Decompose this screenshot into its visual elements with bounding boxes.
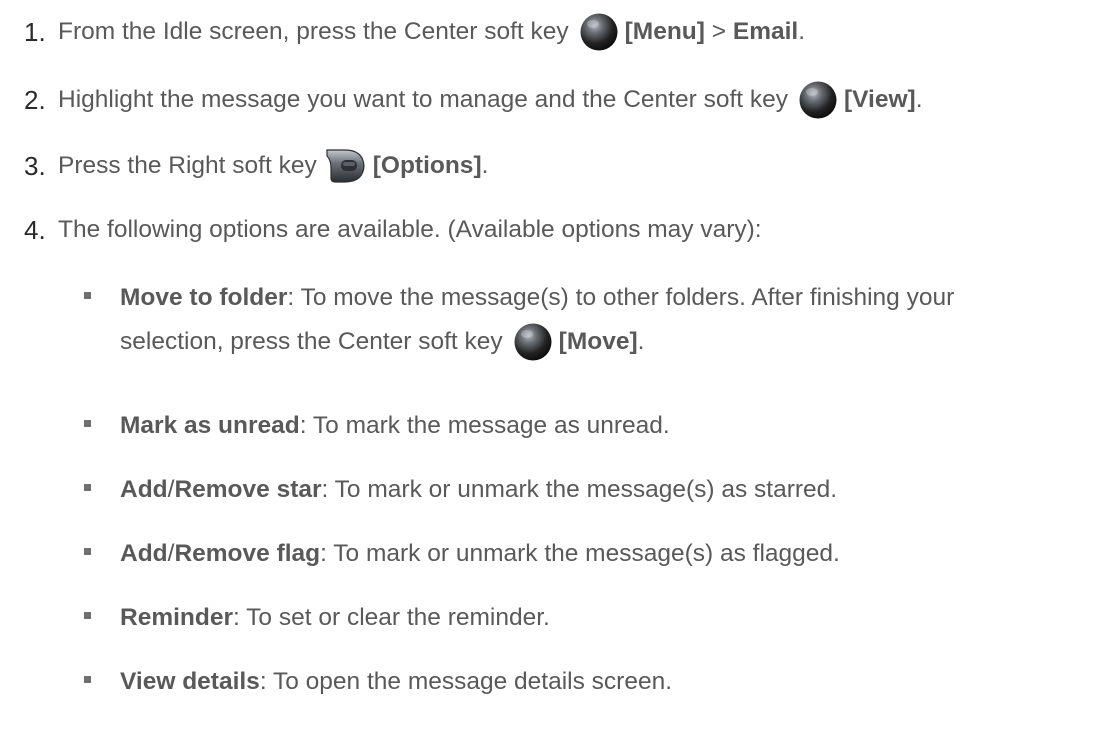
period: . [798, 18, 806, 45]
option-body: Reminder: To set or clear the reminder. [120, 598, 550, 638]
bullet-marker [84, 484, 91, 491]
step-text: From the Idle screen, press the Center s… [58, 12, 805, 52]
step-3: 3. Press the Right soft key [Options] . [24, 146, 488, 186]
bullet-marker [84, 420, 91, 427]
center-soft-key-icon [579, 12, 619, 52]
option-title: Reminder [120, 604, 234, 631]
document-page: 1. From the Idle screen, press the Cente… [0, 0, 1114, 740]
step-number: 1. [24, 16, 46, 47]
option-body: Mark as unread: To mark the message as u… [120, 406, 670, 446]
option-body: Add/Remove star: To mark or unmark the m… [120, 470, 837, 510]
period: . [637, 328, 645, 355]
option-title-add: Add [120, 540, 168, 567]
option-add-remove-star: Add/Remove star: To mark or unmark the m… [84, 470, 837, 510]
option-body: Add/Remove flag: To mark or unmark the m… [120, 534, 840, 574]
option-reminder: Reminder: To set or clear the reminder. [84, 598, 550, 638]
menu-key-label: [Menu] [624, 18, 705, 45]
step-text: Highlight the message you want to manage… [58, 80, 923, 120]
bullet-marker [84, 548, 91, 555]
step-number: 2. [24, 84, 46, 115]
email-label: Email [732, 18, 799, 45]
step-1: 1. From the Idle screen, press the Cente… [24, 12, 805, 52]
separator: > [704, 18, 733, 45]
options-key-label: [Options] [372, 152, 482, 179]
option-body: View details: To open the message detail… [120, 662, 672, 702]
option-add-remove-flag: Add/Remove flag: To mark or unmark the m… [84, 534, 840, 574]
option-title: View details [120, 668, 260, 695]
option-description-cont: selection, press the Center soft key [120, 328, 503, 355]
step-number: 3. [24, 150, 46, 181]
option-description: : To mark or unmark the message(s) as st… [321, 476, 838, 503]
step-text: Press the Right soft key [Options] . [58, 146, 488, 186]
option-title-remove: Remove flag [174, 540, 321, 567]
option-body: Move to folder: To move the message(s) t… [120, 278, 954, 366]
bullet-marker [84, 292, 91, 299]
right-soft-key-icon [325, 146, 367, 186]
period: . [481, 152, 489, 179]
option-view-details: View details: To open the message detail… [84, 662, 672, 702]
step-text: The following options are available. (Av… [58, 216, 762, 243]
step-2: 2. Highlight the message you want to man… [24, 80, 923, 120]
option-title-add: Add [120, 476, 168, 503]
bullet-marker [84, 612, 91, 619]
step-instruction: Highlight the message you want to manage… [58, 86, 788, 113]
step-instruction: Press the Right soft key [58, 152, 317, 179]
period: . [915, 86, 923, 113]
option-title-remove: Remove star [174, 476, 322, 503]
option-description: : To set or clear the reminder. [233, 604, 550, 631]
center-soft-key-icon [513, 322, 553, 362]
step-instruction: From the Idle screen, press the Center s… [58, 18, 569, 45]
center-soft-key-icon [798, 80, 838, 120]
option-title: Move to folder [120, 284, 288, 311]
option-description: : To mark or unmark the message(s) as fl… [320, 540, 840, 567]
option-description: : To move the message(s) to other folder… [287, 284, 955, 311]
option-description: : To open the message details screen. [259, 668, 673, 695]
bullet-marker [84, 676, 91, 683]
step-4: 4. The following options are available. … [24, 210, 762, 250]
move-key-label: [Move] [558, 328, 638, 355]
option-title: Mark as unread [120, 412, 300, 439]
option-description: : To mark the message as unread. [299, 412, 670, 439]
step-number: 4. [24, 214, 46, 245]
option-mark-as-unread: Mark as unread: To mark the message as u… [84, 406, 670, 446]
view-key-label: [View] [844, 86, 916, 113]
option-move-to-folder: Move to folder: To move the message(s) t… [84, 278, 954, 366]
